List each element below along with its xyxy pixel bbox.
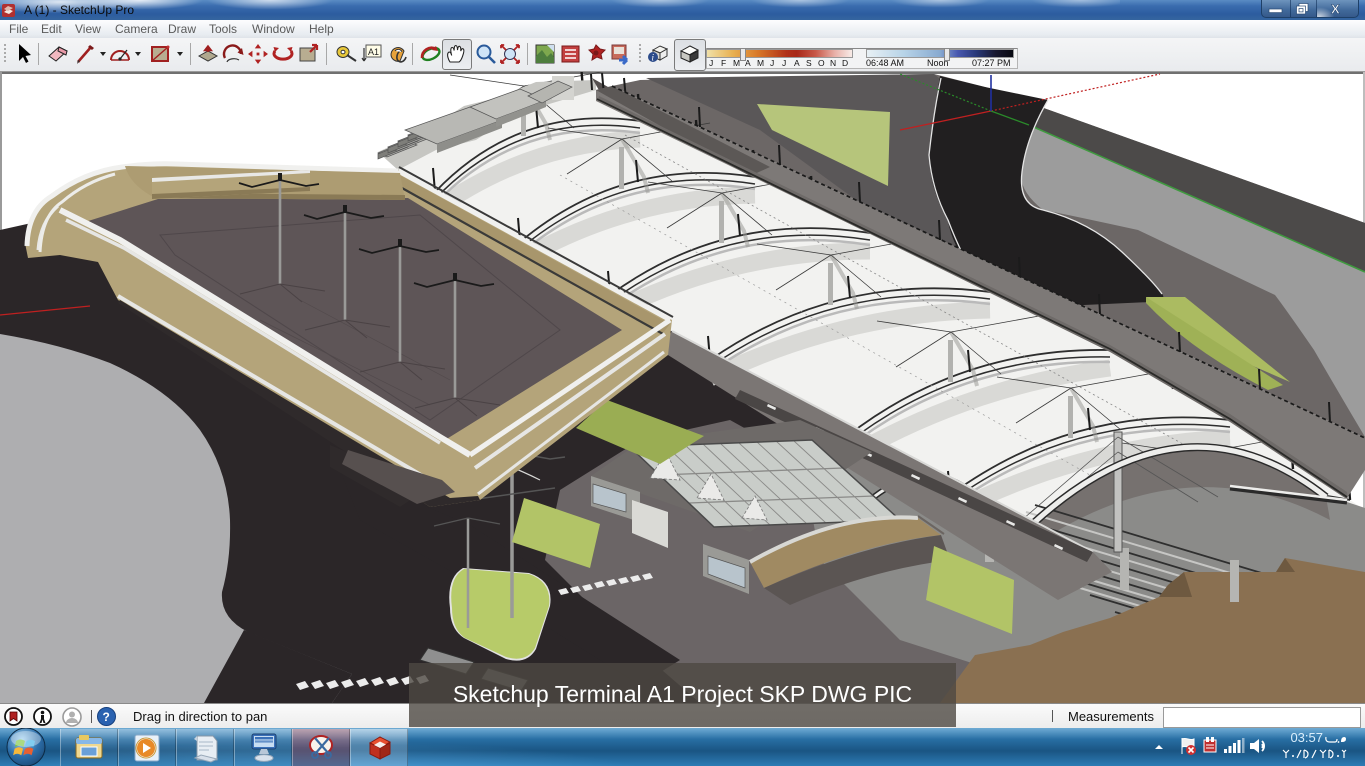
svg-text:?: ? (103, 710, 110, 724)
svg-text:X: X (1331, 2, 1340, 17)
svg-text:A1: A1 (368, 47, 379, 57)
